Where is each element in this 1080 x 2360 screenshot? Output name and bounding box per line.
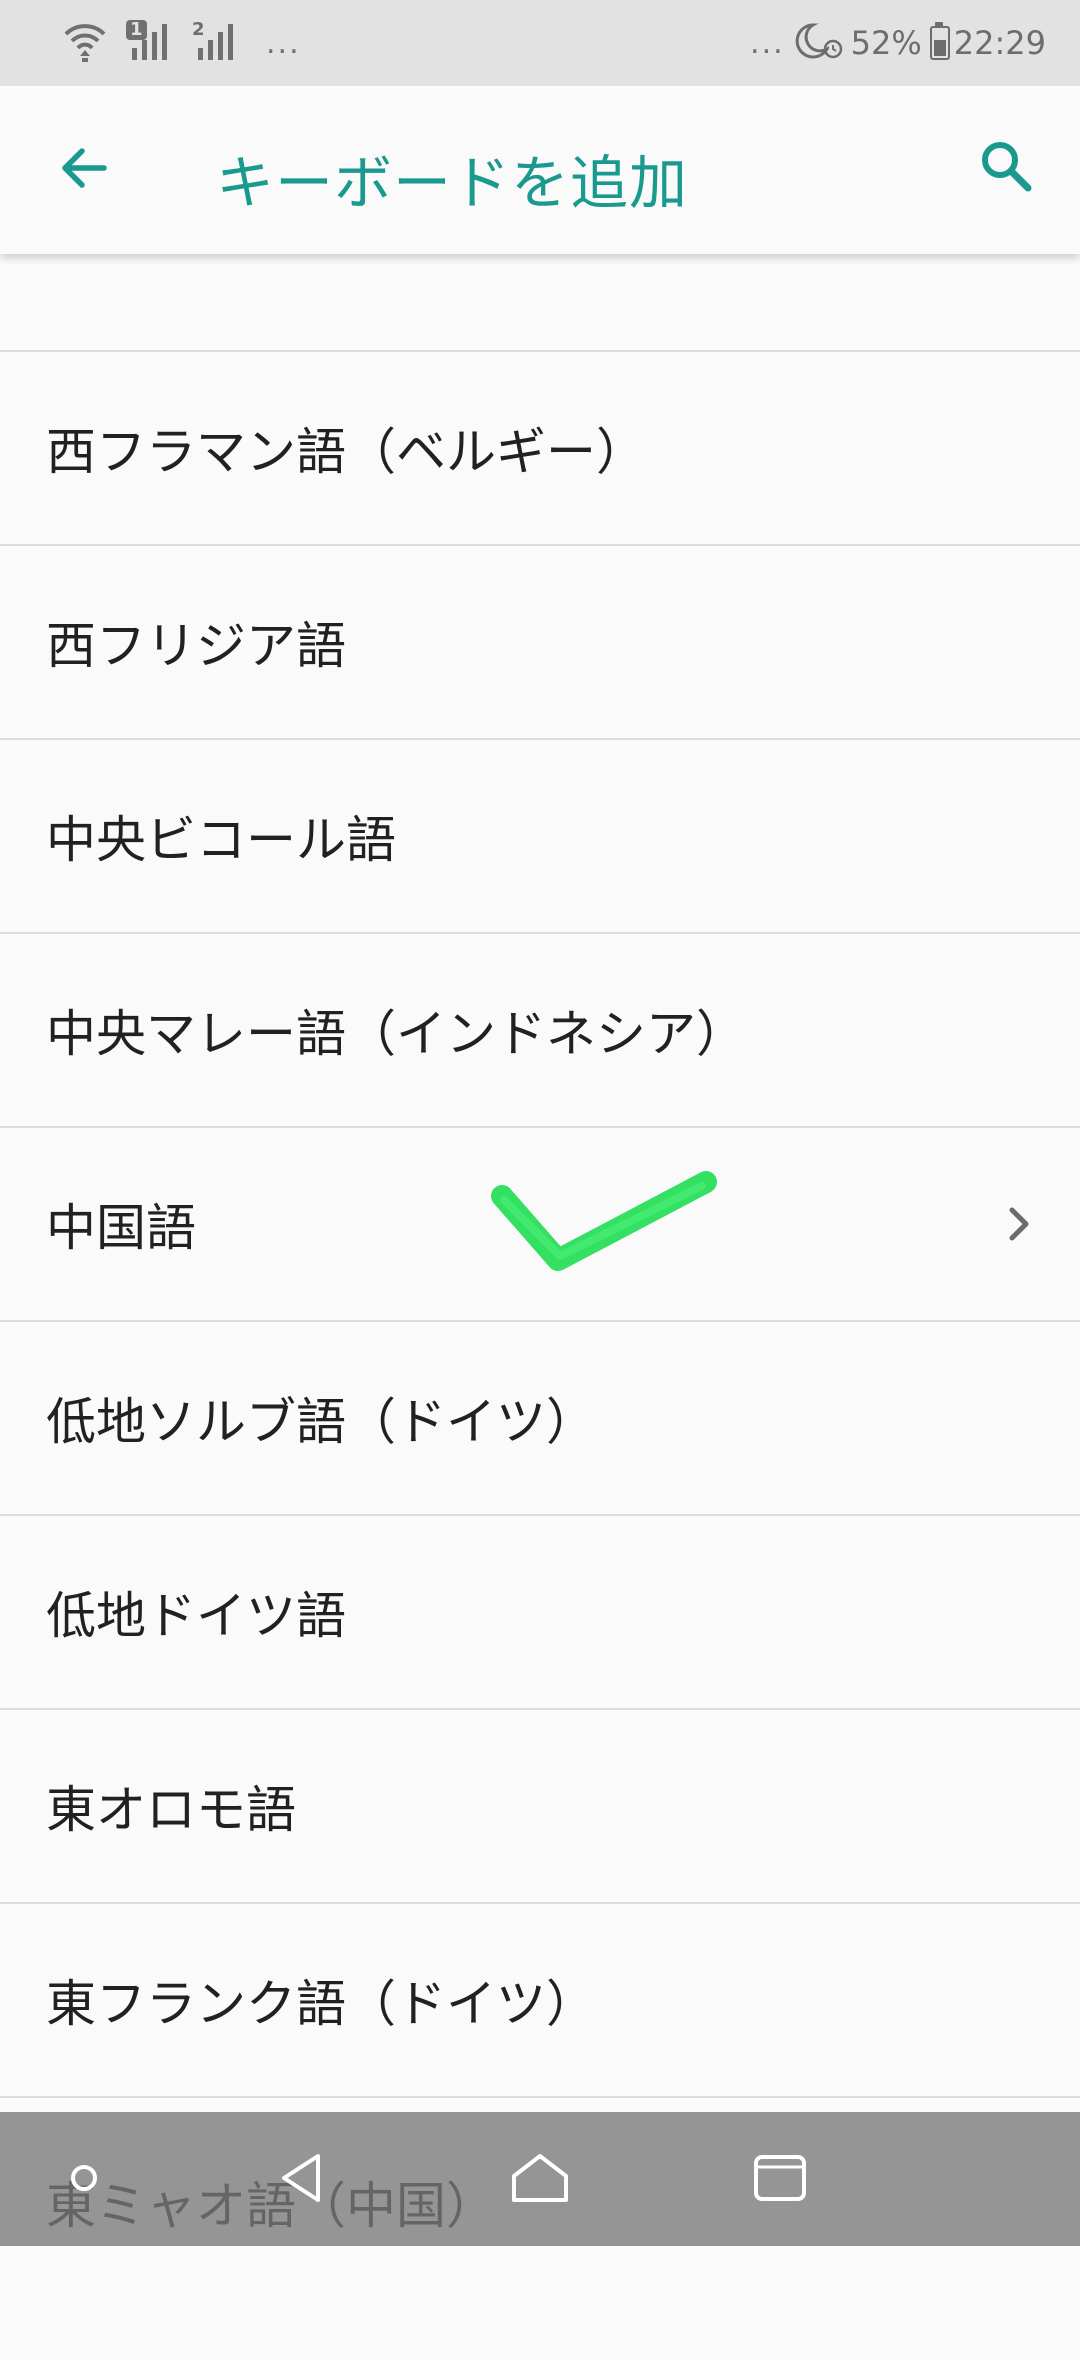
list-item-label: 中国語 (46, 1199, 196, 1257)
recents-icon (750, 2151, 810, 2209)
list-item-label: 西フリジア語 (46, 617, 346, 675)
list-item-label: 東フランク語（ドイツ） (46, 1975, 596, 2033)
list-item[interactable]: 東オロモ語 (0, 1710, 1080, 1904)
page-title: キーボードを追加 (216, 149, 689, 217)
status-time: 22:29 (953, 24, 1046, 62)
battery-icon (929, 22, 950, 60)
signal-icon: 1 (126, 20, 176, 66)
wifi-icon (62, 18, 108, 68)
alarm-icon (821, 36, 845, 64)
back-button[interactable] (44, 130, 124, 210)
app-bar: キーボードを追加 (0, 86, 1080, 254)
list-item[interactable]: 中央マレー語（インドネシア） (0, 934, 1080, 1128)
navigation-bar (0, 2112, 1080, 2246)
status-right: ... 52% 22:29 (742, 16, 1046, 70)
list-item[interactable]: 西フリジア語 (0, 546, 1080, 740)
nav-back-button[interactable] (262, 2140, 342, 2220)
back-arrow-icon (56, 140, 112, 200)
list-item-label: 中央ビコール語 (46, 811, 396, 869)
list-item[interactable]: 低地ドイツ語 (0, 1516, 1080, 1710)
assistant-dot-icon (64, 2158, 104, 2202)
list-item[interactable]: 低地ソルブ語（ドイツ） (0, 1322, 1080, 1516)
list-item-label: 低地ソルブ語（ドイツ） (46, 1393, 596, 1451)
assistant-button[interactable] (44, 2140, 124, 2220)
battery-percent: 52% (850, 24, 922, 62)
list-item[interactable]: 西フラマン語（ベルギー） (0, 352, 1080, 546)
list-item-label: 東オロモ語 (46, 1781, 296, 1839)
back-triangle-icon (272, 2148, 332, 2212)
list-item[interactable]: 中央ビコール語 (0, 740, 1080, 934)
search-icon (976, 136, 1036, 200)
checkmark-icon (480, 1160, 720, 1294)
home-icon (508, 2148, 572, 2212)
nav-home-button[interactable] (500, 2140, 580, 2220)
nav-recents-button[interactable] (740, 2140, 820, 2220)
status-left: 1 2 ... (62, 16, 301, 70)
chevron-right-icon (1004, 1128, 1034, 1320)
status-more-right: ... (750, 25, 785, 61)
list-item-label: 西フラマン語（ベルギー） (46, 423, 646, 481)
signal-icon: 2 (192, 20, 242, 66)
search-button[interactable] (966, 128, 1046, 208)
list-item[interactable]: 東フランク語（ドイツ） (0, 1904, 1080, 2098)
list-item-label: 低地ドイツ語 (46, 1587, 346, 1645)
status-bar: 1 2 ... ... 52% 22:29 (0, 0, 1080, 86)
status-more-left: ... (266, 25, 301, 61)
list-item-label: 中央マレー語（インドネシア） (46, 1005, 746, 1063)
